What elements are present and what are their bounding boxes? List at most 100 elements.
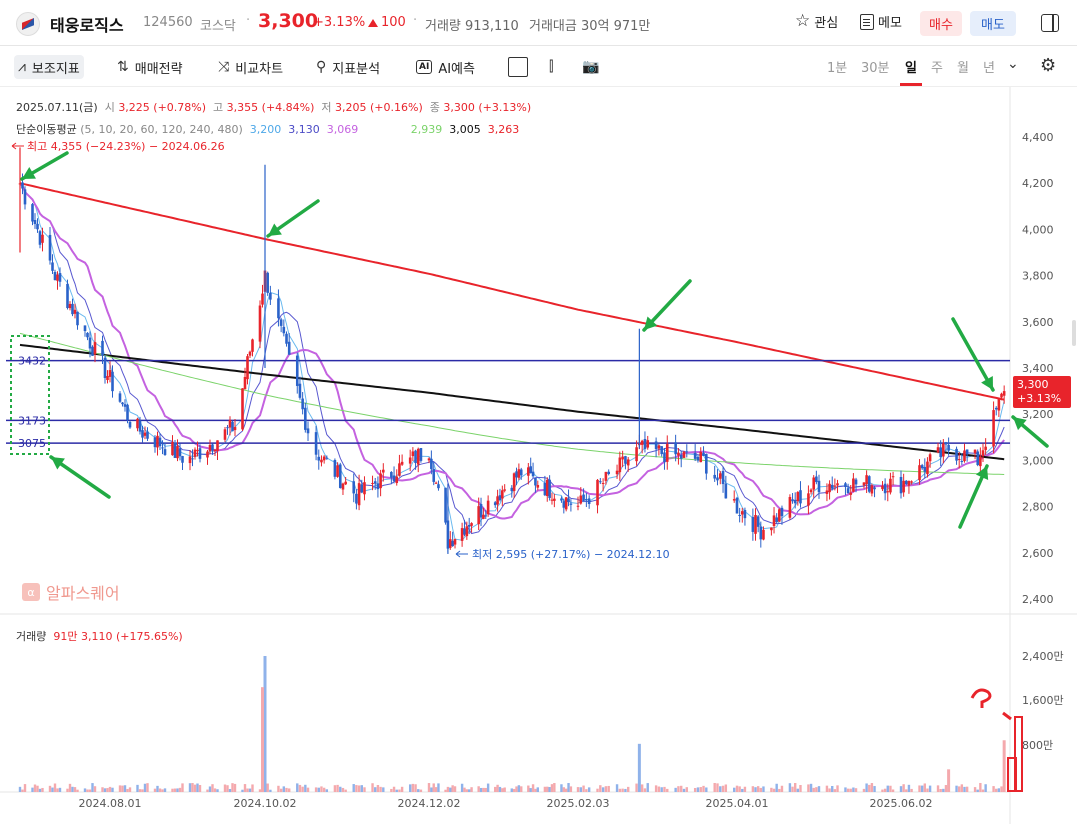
current-price: 3,300 <box>258 10 319 32</box>
candle-body <box>21 182 24 189</box>
volume-bar <box>228 788 232 792</box>
stock-name[interactable]: 태웅로직스 <box>50 12 124 36</box>
candle-body <box>231 421 234 432</box>
volume-bar <box>427 783 431 792</box>
candle-body <box>258 305 262 342</box>
volume-bar <box>73 787 77 792</box>
analysis-button[interactable]: ⚲ 지표분석 <box>312 55 384 79</box>
candle-body <box>261 293 264 305</box>
candle-body <box>601 482 605 484</box>
candle-body <box>101 340 104 356</box>
candle-body <box>942 443 945 457</box>
candle-body <box>451 540 454 547</box>
period-year[interactable]: 년 <box>983 57 995 76</box>
volume-bar <box>417 789 420 792</box>
chevron-down-icon[interactable]: ⌄ <box>1007 56 1019 72</box>
candle-type-button[interactable]: ⫿ <box>545 55 557 79</box>
compare-button[interactable]: ⤨ 비교차트 <box>214 55 287 79</box>
candle-body <box>243 376 247 390</box>
candle-body <box>718 473 722 479</box>
volume-bar <box>357 785 361 792</box>
candle-body <box>775 517 778 523</box>
candle-body <box>304 407 307 430</box>
candle-body <box>181 456 184 463</box>
volume-bar <box>762 786 765 792</box>
candle-body <box>677 452 680 456</box>
strategy-button[interactable]: ⇅ 매매전략 <box>113 55 187 79</box>
period-1min[interactable]: 1분 <box>827 57 847 76</box>
x-tick-label: 2025.04.01 <box>706 797 769 810</box>
volume-bar <box>889 785 892 792</box>
period-month[interactable]: 월 <box>957 57 969 76</box>
buy-button[interactable]: 매수 <box>920 11 962 36</box>
x-tick-label: 2024.12.02 <box>398 797 461 810</box>
candle-body <box>891 476 895 478</box>
gear-icon[interactable]: ⚙ <box>1040 55 1056 76</box>
volume-bar <box>432 783 435 792</box>
volume-bar <box>390 788 393 792</box>
volume-bar <box>607 785 610 792</box>
period-day[interactable]: 일 <box>905 57 917 76</box>
scroll-handle[interactable] <box>1072 320 1076 346</box>
candle-body <box>693 452 697 459</box>
drawing-box-icon[interactable] <box>508 57 528 77</box>
candle-body <box>277 298 280 319</box>
y-tick-label: 3,600 <box>1022 316 1054 329</box>
period-30min[interactable]: 30분 <box>861 57 890 76</box>
volume-bar <box>815 787 818 792</box>
candle-body <box>376 483 380 490</box>
candle-body <box>550 499 554 501</box>
candle-body <box>206 451 209 458</box>
candle-body <box>926 461 929 475</box>
candle-body <box>724 483 728 499</box>
ai-forecast-button[interactable]: AI AI예측 <box>412 55 479 79</box>
candle-body <box>626 459 630 466</box>
candle-body <box>338 464 342 488</box>
volume-bar <box>31 787 34 792</box>
panel-layout-icon[interactable] <box>1041 14 1059 32</box>
candle-body <box>529 466 532 474</box>
screenshot-button[interactable]: 📷 <box>578 55 603 79</box>
volume-spike-bar <box>947 769 951 792</box>
volume-text: 거래량 913,110 <box>425 19 519 34</box>
price-chart[interactable]: 4,400 4,200 4,000 3,800 3,600 3,400 3,200 3,000… <box>0 87 1077 824</box>
trade-amount-text: 거래대금 30억 971만 <box>529 19 651 34</box>
volume-bar <box>807 784 810 792</box>
candle-body <box>66 283 69 309</box>
period-week[interactable]: 주 <box>931 57 943 76</box>
candle-body <box>427 458 431 461</box>
candle-body <box>674 442 677 455</box>
volume-bar <box>434 787 438 792</box>
volume-bar <box>251 784 254 792</box>
volume-bar <box>579 787 582 792</box>
volume-bar <box>106 788 109 792</box>
volume-bar <box>176 788 179 792</box>
volume-bar <box>621 788 624 792</box>
volume-bar <box>627 786 630 792</box>
volume-bar <box>243 784 247 792</box>
candle-body <box>228 419 232 428</box>
candle-body <box>569 503 573 505</box>
candle-body <box>883 483 887 494</box>
stock-header: 태웅로직스 124560 코스닥 · 3,300 +3.13% 100 · 거래… <box>0 0 1077 46</box>
volume-value: 91만 3,110 (+175.65%) <box>53 630 183 643</box>
volume-bar <box>482 787 485 792</box>
memo-button[interactable]: 메모 <box>860 12 902 31</box>
volume-bar <box>53 783 57 792</box>
watchlist-button[interactable]: ☆ 관심 <box>795 12 838 32</box>
volume-bar <box>733 787 736 792</box>
volume-bar <box>18 786 22 792</box>
volume-bar <box>520 786 523 792</box>
memo-label: 메모 <box>878 16 902 31</box>
volume-bar <box>778 788 781 792</box>
candle-body <box>965 449 969 455</box>
candle-body <box>269 292 272 300</box>
volume-bar <box>899 786 903 792</box>
candle-body <box>562 501 566 508</box>
volume-bar <box>585 789 588 792</box>
candle-body <box>793 499 797 504</box>
indicator-button[interactable]: ⩘ 보조지표 <box>14 55 84 79</box>
low-arrow-icon <box>455 550 468 558</box>
volume-bar <box>682 788 686 792</box>
sell-button[interactable]: 매도 <box>970 11 1016 36</box>
